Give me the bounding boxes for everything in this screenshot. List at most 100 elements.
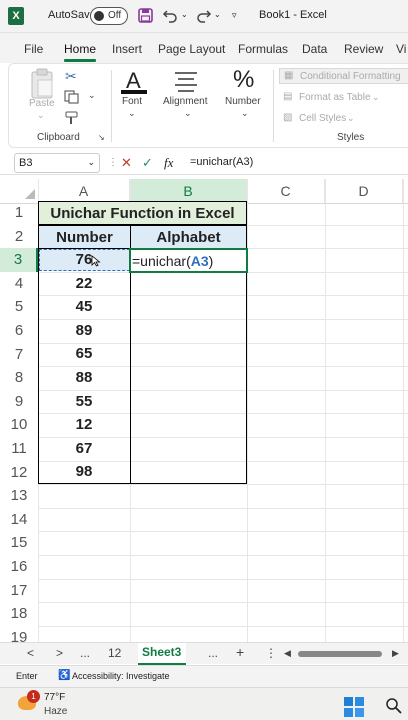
undo-dropdown-icon[interactable]: ⌄ xyxy=(181,10,188,19)
row-header[interactable]: 12 xyxy=(0,461,38,485)
number-cell[interactable]: 89 xyxy=(38,322,130,339)
column-header-a[interactable]: A xyxy=(38,179,130,203)
row-header[interactable]: 1 xyxy=(0,201,38,225)
title-bar: X AutoSave Off ⌄ ⌄ ▿ Book1 - Excel xyxy=(0,0,408,33)
active-cell-b3[interactable]: =unichar(A3) xyxy=(129,247,248,273)
tab-page-layout[interactable]: Page Layout xyxy=(158,42,225,56)
row-header[interactable]: 7 xyxy=(0,343,38,367)
customize-qat-icon[interactable]: ▿ xyxy=(232,10,237,21)
tab-data[interactable]: Data xyxy=(302,42,327,56)
tab-formulas[interactable]: Formulas xyxy=(238,42,288,56)
accessibility-status[interactable]: Accessibility: Investigate xyxy=(72,671,170,681)
copy-dropdown-icon[interactable]: ⌄ xyxy=(88,90,96,101)
percent-icon[interactable]: % xyxy=(233,66,254,94)
font-label[interactable]: Font xyxy=(122,96,142,107)
sheet-tab-12[interactable]: 12 xyxy=(108,646,121,660)
number-cell[interactable]: 55 xyxy=(38,393,130,410)
header-number: Number xyxy=(56,228,113,246)
number-cell[interactable]: 22 xyxy=(38,275,130,292)
conditional-formatting-icon: ▦ xyxy=(284,70,294,81)
row-header[interactable]: 2 xyxy=(0,225,38,249)
insert-function-icon[interactable]: fx xyxy=(164,155,173,171)
table-title-cell[interactable]: Unichar Function in Excel xyxy=(38,201,247,225)
tab-file[interactable]: File xyxy=(24,42,43,56)
number-cell[interactable]: 12 xyxy=(38,416,130,433)
font-dropdown-icon[interactable]: ⌄ xyxy=(128,108,136,119)
scroll-right-icon[interactable]: ▶ xyxy=(392,648,399,659)
number-cell[interactable]: 67 xyxy=(38,440,130,457)
row-header[interactable]: 8 xyxy=(0,366,38,390)
save-icon[interactable] xyxy=(138,8,153,23)
scroll-left-icon[interactable]: ◀ xyxy=(284,648,291,659)
name-box[interactable]: B3 ⌄ xyxy=(14,153,100,173)
row-header[interactable]: 19 xyxy=(0,626,38,642)
row-header[interactable]: 4 xyxy=(0,272,38,296)
next-sheet-button[interactable]: > xyxy=(56,646,63,660)
header-cell-alphabet[interactable]: Alphabet xyxy=(130,224,247,249)
horizontal-scrollbar-thumb[interactable] xyxy=(298,651,382,657)
conditional-formatting-button[interactable]: ▦ Conditional Formatting xyxy=(279,68,408,84)
number-cell[interactable]: 88 xyxy=(38,369,130,386)
windows-start-icon[interactable] xyxy=(344,697,364,717)
accessibility-icon[interactable]: ♿ xyxy=(58,670,70,681)
row-header[interactable]: 17 xyxy=(0,579,38,603)
number-cell[interactable]: 65 xyxy=(38,345,130,362)
row-header[interactable]: 11 xyxy=(0,437,38,461)
row-header[interactable]: 6 xyxy=(0,319,38,343)
alignment-dropdown-icon[interactable]: ⌄ xyxy=(184,108,192,119)
row-header[interactable]: 15 xyxy=(0,531,38,555)
format-painter-icon[interactable] xyxy=(64,110,80,126)
tab-home[interactable]: Home xyxy=(64,42,96,56)
format-as-table-dropdown-icon[interactable]: ⌄ xyxy=(372,92,380,103)
column-header-d[interactable]: D xyxy=(325,179,403,203)
column-header-b[interactable]: B xyxy=(130,179,247,203)
name-box-dropdown-icon[interactable]: ⌄ xyxy=(87,157,95,168)
paste-icon[interactable] xyxy=(29,68,55,100)
number-dropdown-icon[interactable]: ⌄ xyxy=(241,108,249,119)
prev-sheet-button[interactable]: < xyxy=(27,646,34,660)
sheet-options-button[interactable]: ⋮ xyxy=(265,646,277,660)
select-all-icon[interactable] xyxy=(24,188,36,200)
format-as-table-button[interactable]: Format as Table xyxy=(299,92,371,103)
alignment-icon[interactable] xyxy=(173,70,199,92)
number-cell[interactable]: 45 xyxy=(38,298,130,315)
enter-icon[interactable]: ✓ xyxy=(142,155,153,171)
redo-dropdown-icon[interactable]: ⌄ xyxy=(214,10,221,19)
paste-dropdown-icon[interactable]: ⌄ xyxy=(37,110,45,121)
tab-review[interactable]: Review xyxy=(344,42,383,56)
font-icon[interactable]: A xyxy=(119,66,149,96)
header-cell-number[interactable]: Number xyxy=(38,224,131,249)
number-cell[interactable]: 76 xyxy=(38,251,130,268)
column-header-c[interactable]: C xyxy=(247,179,325,203)
cancel-icon[interactable]: ✕ xyxy=(121,155,132,171)
alignment-label[interactable]: Alignment xyxy=(163,96,207,107)
tab-view[interactable]: Vi xyxy=(396,42,406,56)
number-cell[interactable]: 98 xyxy=(38,463,130,480)
sheet-tab-active[interactable]: Sheet3 xyxy=(138,643,186,665)
add-sheet-button[interactable]: + xyxy=(236,644,244,660)
svg-text:A: A xyxy=(126,68,141,93)
redo-icon[interactable] xyxy=(196,8,212,23)
row-header[interactable]: 5 xyxy=(0,295,38,319)
row-header[interactable]: 3 xyxy=(0,248,38,272)
cut-icon[interactable]: ✂ xyxy=(65,68,77,85)
more-sheets-right-button[interactable]: ... xyxy=(208,646,218,660)
row-header[interactable]: 13 xyxy=(0,484,38,508)
cell-styles-button[interactable]: Cell Styles xyxy=(299,113,346,124)
worksheet-grid[interactable]: A B C D 1 2 3 4 5 6 7 8 9 10 11 12 13 14… xyxy=(0,176,408,642)
row-header[interactable]: 10 xyxy=(0,413,38,437)
undo-icon[interactable] xyxy=(162,8,178,23)
row-header[interactable]: 18 xyxy=(0,602,38,626)
clipboard-launcher-icon[interactable]: ↘ xyxy=(98,133,105,142)
row-header[interactable]: 16 xyxy=(0,555,38,579)
search-icon[interactable] xyxy=(386,698,402,714)
copy-icon[interactable] xyxy=(64,90,80,104)
formula-input[interactable]: =unichar(A3) xyxy=(186,154,408,172)
number-label[interactable]: Number xyxy=(225,96,261,107)
row-header[interactable]: 9 xyxy=(0,390,38,414)
autosave-toggle[interactable]: Off xyxy=(90,7,128,25)
tab-insert[interactable]: Insert xyxy=(112,42,142,56)
cell-styles-dropdown-icon[interactable]: ⌄ xyxy=(347,113,355,124)
more-sheets-left-button[interactable]: ... xyxy=(80,646,90,660)
row-header[interactable]: 14 xyxy=(0,508,38,532)
